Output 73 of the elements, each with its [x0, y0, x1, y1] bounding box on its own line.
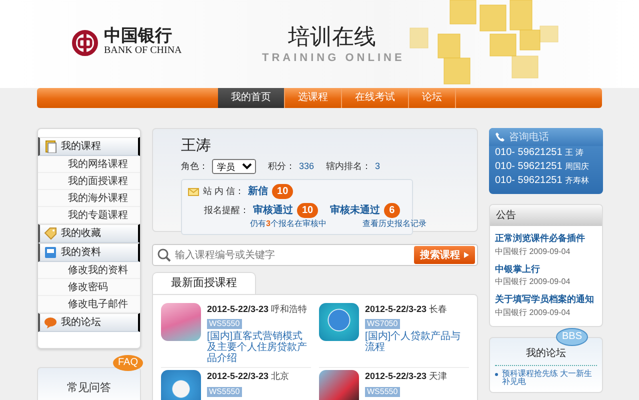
messages-label: 站 内 信：	[203, 184, 244, 198]
courses-tab[interactable]: 最新面授课程	[152, 272, 256, 294]
notice-link[interactable]: 中银掌上行	[495, 262, 597, 276]
sidebar-item[interactable]: 修改密码	[38, 279, 140, 296]
search-icon	[157, 248, 171, 262]
triangle-icon	[464, 252, 469, 258]
sidebar-item[interactable]: 我的海外课程	[38, 190, 140, 207]
faq-badge: FAQ	[112, 355, 143, 371]
forum-post-link[interactable]: 预科课程抢先练 大一新生补见电	[502, 370, 597, 388]
sidebar-item[interactable]: 我的网络课程	[38, 156, 140, 173]
sidebar-item[interactable]: 我的专题课程	[38, 207, 140, 224]
count-badge: 10	[272, 184, 294, 199]
points-value: 336	[299, 160, 314, 173]
notice-meta: 中国银行 2009-09-04	[495, 246, 572, 258]
new-messages-link[interactable]: 新信	[248, 184, 268, 199]
course-date: 2012-5-22/3-23 北京	[207, 370, 290, 383]
logo-subtitle: BANK OF CHINA	[104, 45, 182, 57]
sidebar-section[interactable]: 我的论坛	[38, 313, 140, 332]
bullet-icon	[495, 372, 498, 376]
envelope-icon	[188, 188, 199, 196]
faq-card[interactable]: 常见问答	[37, 367, 141, 400]
notice-title: 公告	[490, 205, 602, 226]
sidebar-section[interactable]: 我的资料	[38, 243, 140, 262]
course-date: 2012-5-22/3-23 天津	[365, 370, 448, 383]
hotline-entry: 010- 59621251 周国庆	[494, 160, 590, 174]
hotline-entry: 010- 59621251 王 涛	[494, 146, 584, 160]
notice-meta: 中国银行 2009-09-04	[495, 276, 572, 288]
sidebar-item[interactable]: 修改电子邮件	[38, 296, 140, 313]
points-label: 积分：	[268, 160, 295, 173]
notice-link[interactable]: 正常浏览课件必备插件	[495, 232, 597, 246]
course-thumbnail	[161, 302, 201, 340]
rank-value: 3	[375, 160, 380, 173]
role-select[interactable]: 学员	[212, 159, 256, 174]
sidebar-section[interactable]: 我的收藏	[38, 224, 140, 243]
course-code: WS7050	[365, 319, 400, 329]
course-date: 2012-5-22/3-23 呼和浩特	[207, 302, 308, 316]
notice-meta: 中国银行 2009-09-04	[495, 306, 572, 318]
sidebar-section[interactable]: 我的课程	[38, 137, 140, 156]
enroll-label: 报名提醒：	[204, 204, 249, 217]
tag-icon	[44, 227, 57, 240]
course-code: WS5550	[207, 386, 242, 396]
notice-link[interactable]: 关于填写学员档案的通知	[495, 293, 597, 306]
chat-bubble-icon	[44, 316, 57, 329]
course-thumbnail	[319, 370, 359, 400]
sidebar-item[interactable]: 修改我的资料	[38, 262, 140, 279]
book-icon	[44, 140, 57, 153]
phone-icon	[495, 132, 505, 142]
hotline-entry: 010- 59621251 齐寿林	[494, 174, 590, 188]
forum-title: 我的论坛	[495, 346, 597, 366]
site-title: 培训在线	[288, 26, 376, 48]
course-date: 2012-5-22/3-23 长春	[365, 302, 448, 316]
approved-link[interactable]: 审核通过	[253, 203, 293, 218]
nav-tab[interactable]: 我的首页	[218, 88, 285, 108]
role-label: 角色：	[181, 160, 208, 173]
course-thumbnail	[161, 370, 201, 400]
logo-text: 中国银行	[104, 28, 173, 45]
count-badge: 10	[297, 203, 318, 218]
rejected-link[interactable]: 审核未通过	[330, 203, 380, 218]
course-thumbnail	[319, 302, 359, 340]
course-code: WS5550	[207, 319, 242, 329]
user-name: 王涛	[181, 137, 212, 155]
course-title-link[interactable]: [国内]个人贷款产品与流程	[365, 331, 469, 353]
pending-link[interactable]: 仍有3个报名在审核中	[250, 218, 326, 230]
bbs-badge: BBS	[556, 328, 588, 346]
course-title-link[interactable]: [国内]直客式营销模式及主要个人住房贷款产品介绍	[207, 331, 311, 364]
site-subtitle: TRAINING ONLINE	[262, 53, 405, 64]
course-code: WS5550	[365, 386, 400, 396]
count-badge: 6	[384, 203, 400, 218]
hotline-title: 咨询电话	[509, 130, 549, 144]
history-link[interactable]: 查看历史报名记录	[362, 218, 426, 230]
sidebar-item[interactable]: 我的面授课程	[38, 173, 140, 190]
rank-label: 辖内排名：	[326, 160, 372, 173]
bank-logo-icon	[72, 30, 98, 56]
